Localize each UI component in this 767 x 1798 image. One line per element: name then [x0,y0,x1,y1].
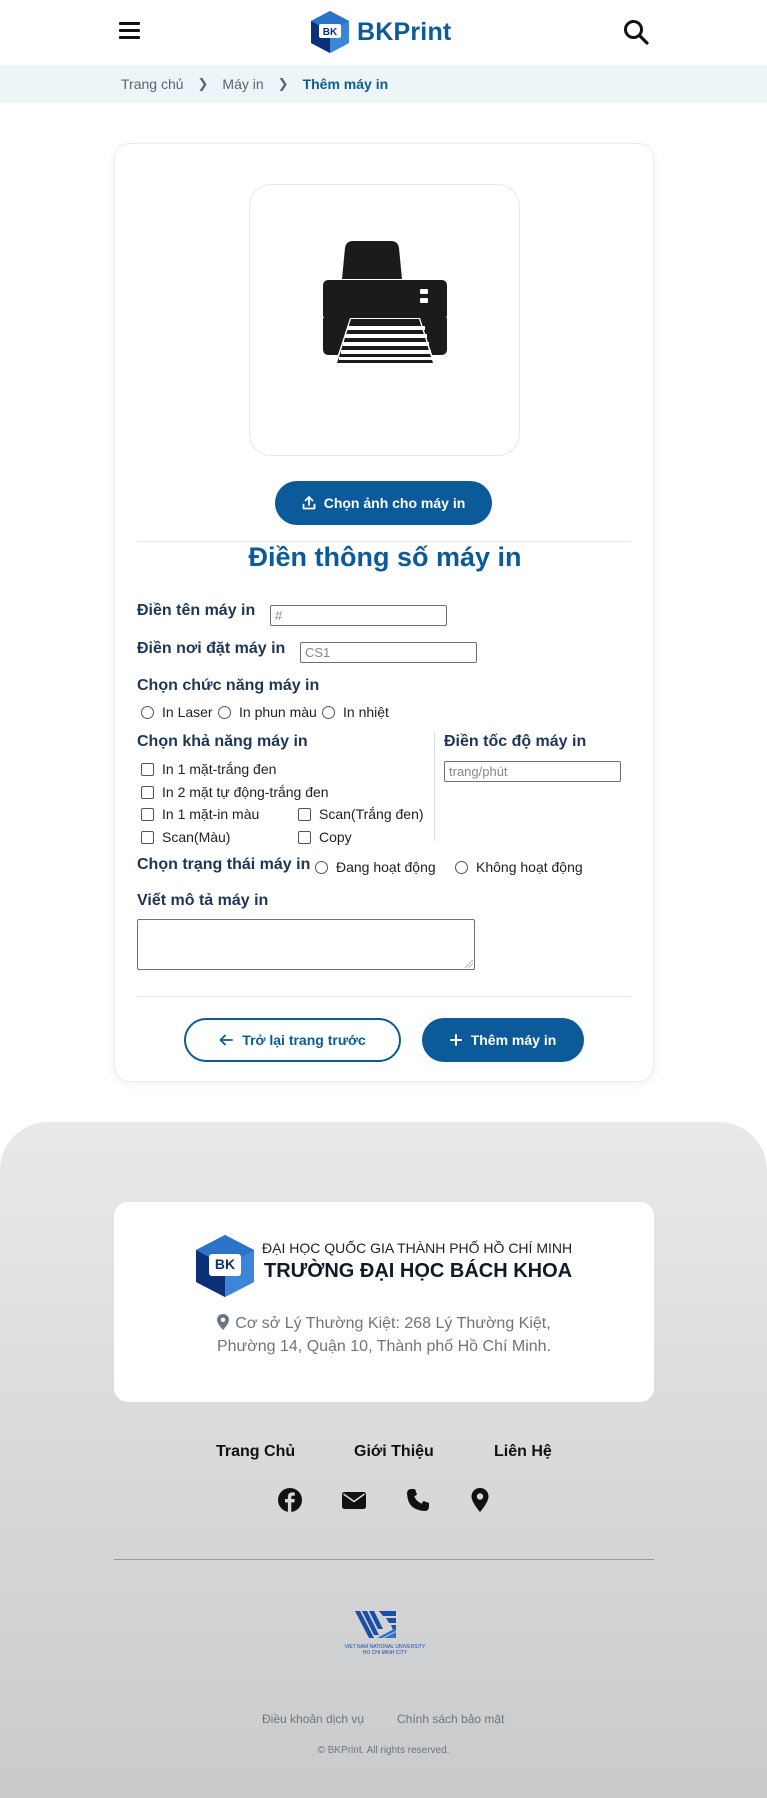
arrow-left-icon [219,1034,234,1046]
printer-description-textarea[interactable] [137,919,475,970]
add-printer-button-label: Thêm máy in [470,1032,557,1048]
option-label: Scan(Màu) [162,829,231,845]
vnu-logo-text: HO CHI MINH CITY [363,1650,408,1656]
status-option-inactive[interactable]: Không hoạt động [455,859,583,875]
option-label: In 1 mặt-trắng đen [162,761,277,777]
status-option-active[interactable]: Đang hoạt động [315,859,436,875]
breadcrumb-home[interactable]: Trang chủ [121,76,184,92]
location-icon[interactable] [467,1487,493,1513]
option-label: Đang hoạt động [336,859,436,875]
search-icon[interactable] [622,18,650,46]
brand-logo[interactable]: BK BKPrint [309,10,451,54]
checkbox[interactable] [298,807,311,821]
option-label: In 1 mặt-in màu [162,806,260,822]
radio-button[interactable] [455,860,468,874]
printer-location-input[interactable] [300,642,477,663]
add-printer-card: Chọn ảnh cho máy in Điền thông số máy in… [114,143,654,1082]
breadcrumb: Trang chủ ❯ Máy in ❯ Thêm máy in [0,65,767,103]
upload-icon [302,496,316,510]
footer-link-home[interactable]: Trang Chủ [216,1443,295,1461]
back-button-label: Trở lại trang trước [242,1032,366,1048]
option-label: In nhiệt [343,704,389,720]
add-printer-button[interactable]: Thêm máy in [422,1018,584,1062]
checkbox[interactable] [298,830,311,844]
resize-handle-icon[interactable] [465,960,473,968]
option-label: In Laser [162,704,213,720]
form-title: Điền thông số máy in [248,542,522,572]
brand-name: BKPrint [357,17,452,46]
footer-link-contact[interactable]: Liên Hệ [494,1443,552,1461]
choose-image-label: Chọn ảnh cho máy in [323,495,466,511]
university-info-card: BK ĐẠI HỌC QUỐC GIA THÀNH PHỐ HỒ CHÍ MIN… [114,1202,654,1402]
function-option-inkjet[interactable]: In phun màu [218,704,317,720]
hcmut-logo-icon: BK [196,1235,254,1297]
breadcrumb-current: Thêm máy in [302,76,389,92]
capability-option[interactable]: In 1 mặt-in màu [141,806,259,822]
function-option-thermal[interactable]: In nhiệt [322,704,389,720]
checkbox[interactable] [141,807,154,821]
capability-option[interactable]: In 2 mặt tự động-trắng đen [141,784,329,800]
option-label: Không hoạt động [476,859,583,875]
bk-logo-icon: BK [311,11,349,53]
capability-option[interactable]: In 1 mặt-trắng đen [141,761,276,777]
capability-option[interactable]: Scan(Trắng đen) [298,806,424,822]
option-label: In phun màu [239,704,317,720]
printer-function-label: Chọn chức năng máy in [137,677,320,694]
chevron-right-icon: ❯ [197,76,209,91]
breadcrumb-printers[interactable]: Máy in [222,76,263,92]
map-pin-icon [217,1314,230,1330]
address-line-2: Phường 14, Quận 10, Thành phố Hồ Chí Min… [216,1338,551,1355]
function-option-laser[interactable]: In Laser [141,704,213,720]
checkbox[interactable] [141,830,154,844]
privacy-link[interactable]: Chính sách bảo mật [397,1712,504,1726]
radio-button[interactable] [141,705,154,719]
phone-icon[interactable] [405,1487,431,1513]
choose-image-button[interactable]: Chọn ảnh cho máy in [275,481,492,525]
vnu-logo: VIET NAM NATIONAL UNIVERSITY HO CHI MINH… [345,1611,426,1656]
section-divider [137,996,631,997]
printer-location-label: Điền nơi đặt máy in [137,640,286,657]
site-footer: BK ĐẠI HỌC QUỐC GIA THÀNH PHỐ HỒ CHÍ MIN… [0,1122,767,1798]
printer-speed-input[interactable] [444,761,621,782]
printer-name-input[interactable] [270,605,447,626]
column-divider [434,732,435,841]
university-parent-name: ĐẠI HỌC QUỐC GIA THÀNH PHỐ HỒ CHÍ MINH [262,1240,573,1256]
mail-icon[interactable] [341,1487,367,1513]
printer-status-label: Chọn trạng thái máy in [137,856,311,873]
site-header: BK BKPrint [0,0,767,65]
printer-description-label: Viết mô tả máy in [137,892,269,909]
copyright: © BKPrint. All rights reserved. [317,1745,450,1756]
svg-text:BK: BK [215,1256,235,1272]
footer-divider [114,1559,654,1560]
printer-speed-label: Điền tốc độ máy in [444,733,587,750]
printer-name-label: Điền tên máy in [137,602,256,619]
facebook-icon[interactable] [277,1487,303,1513]
plus-icon [449,1034,462,1046]
radio-button[interactable] [315,860,328,874]
hamburger-icon[interactable] [119,22,141,42]
printer-icon [323,241,447,367]
capability-option[interactable]: Copy [298,829,352,845]
footer-link-about[interactable]: Giới Thiệu [354,1443,434,1461]
terms-link[interactable]: Điều khoản dịch vụ [262,1712,364,1726]
option-label: Scan(Trắng đen) [319,806,424,822]
printer-capability-label: Chọn khả năng máy in [137,733,308,750]
address-line-1: Cơ sở Lý Thường Kiệt: 268 Lý Thường Kiệt… [235,1315,551,1332]
back-button[interactable]: Trở lại trang trước [184,1018,401,1062]
radio-button[interactable] [218,705,231,719]
university-name: TRƯỜNG ĐẠI HỌC BÁCH KHOA [264,1260,573,1282]
capability-option[interactable]: Scan(Màu) [141,829,230,845]
campus-address: Cơ sở Lý Thường Kiệt: 268 Lý Thường Kiệt… [114,1312,654,1358]
checkbox[interactable] [141,785,154,799]
option-label: Copy [319,829,352,845]
chevron-right-icon: ❯ [277,76,289,91]
option-label: In 2 mặt tự động-trắng đen [162,784,329,800]
svg-text:BK: BK [323,27,338,38]
printer-image-preview [249,184,520,456]
radio-button[interactable] [322,705,335,719]
checkbox[interactable] [141,762,154,776]
